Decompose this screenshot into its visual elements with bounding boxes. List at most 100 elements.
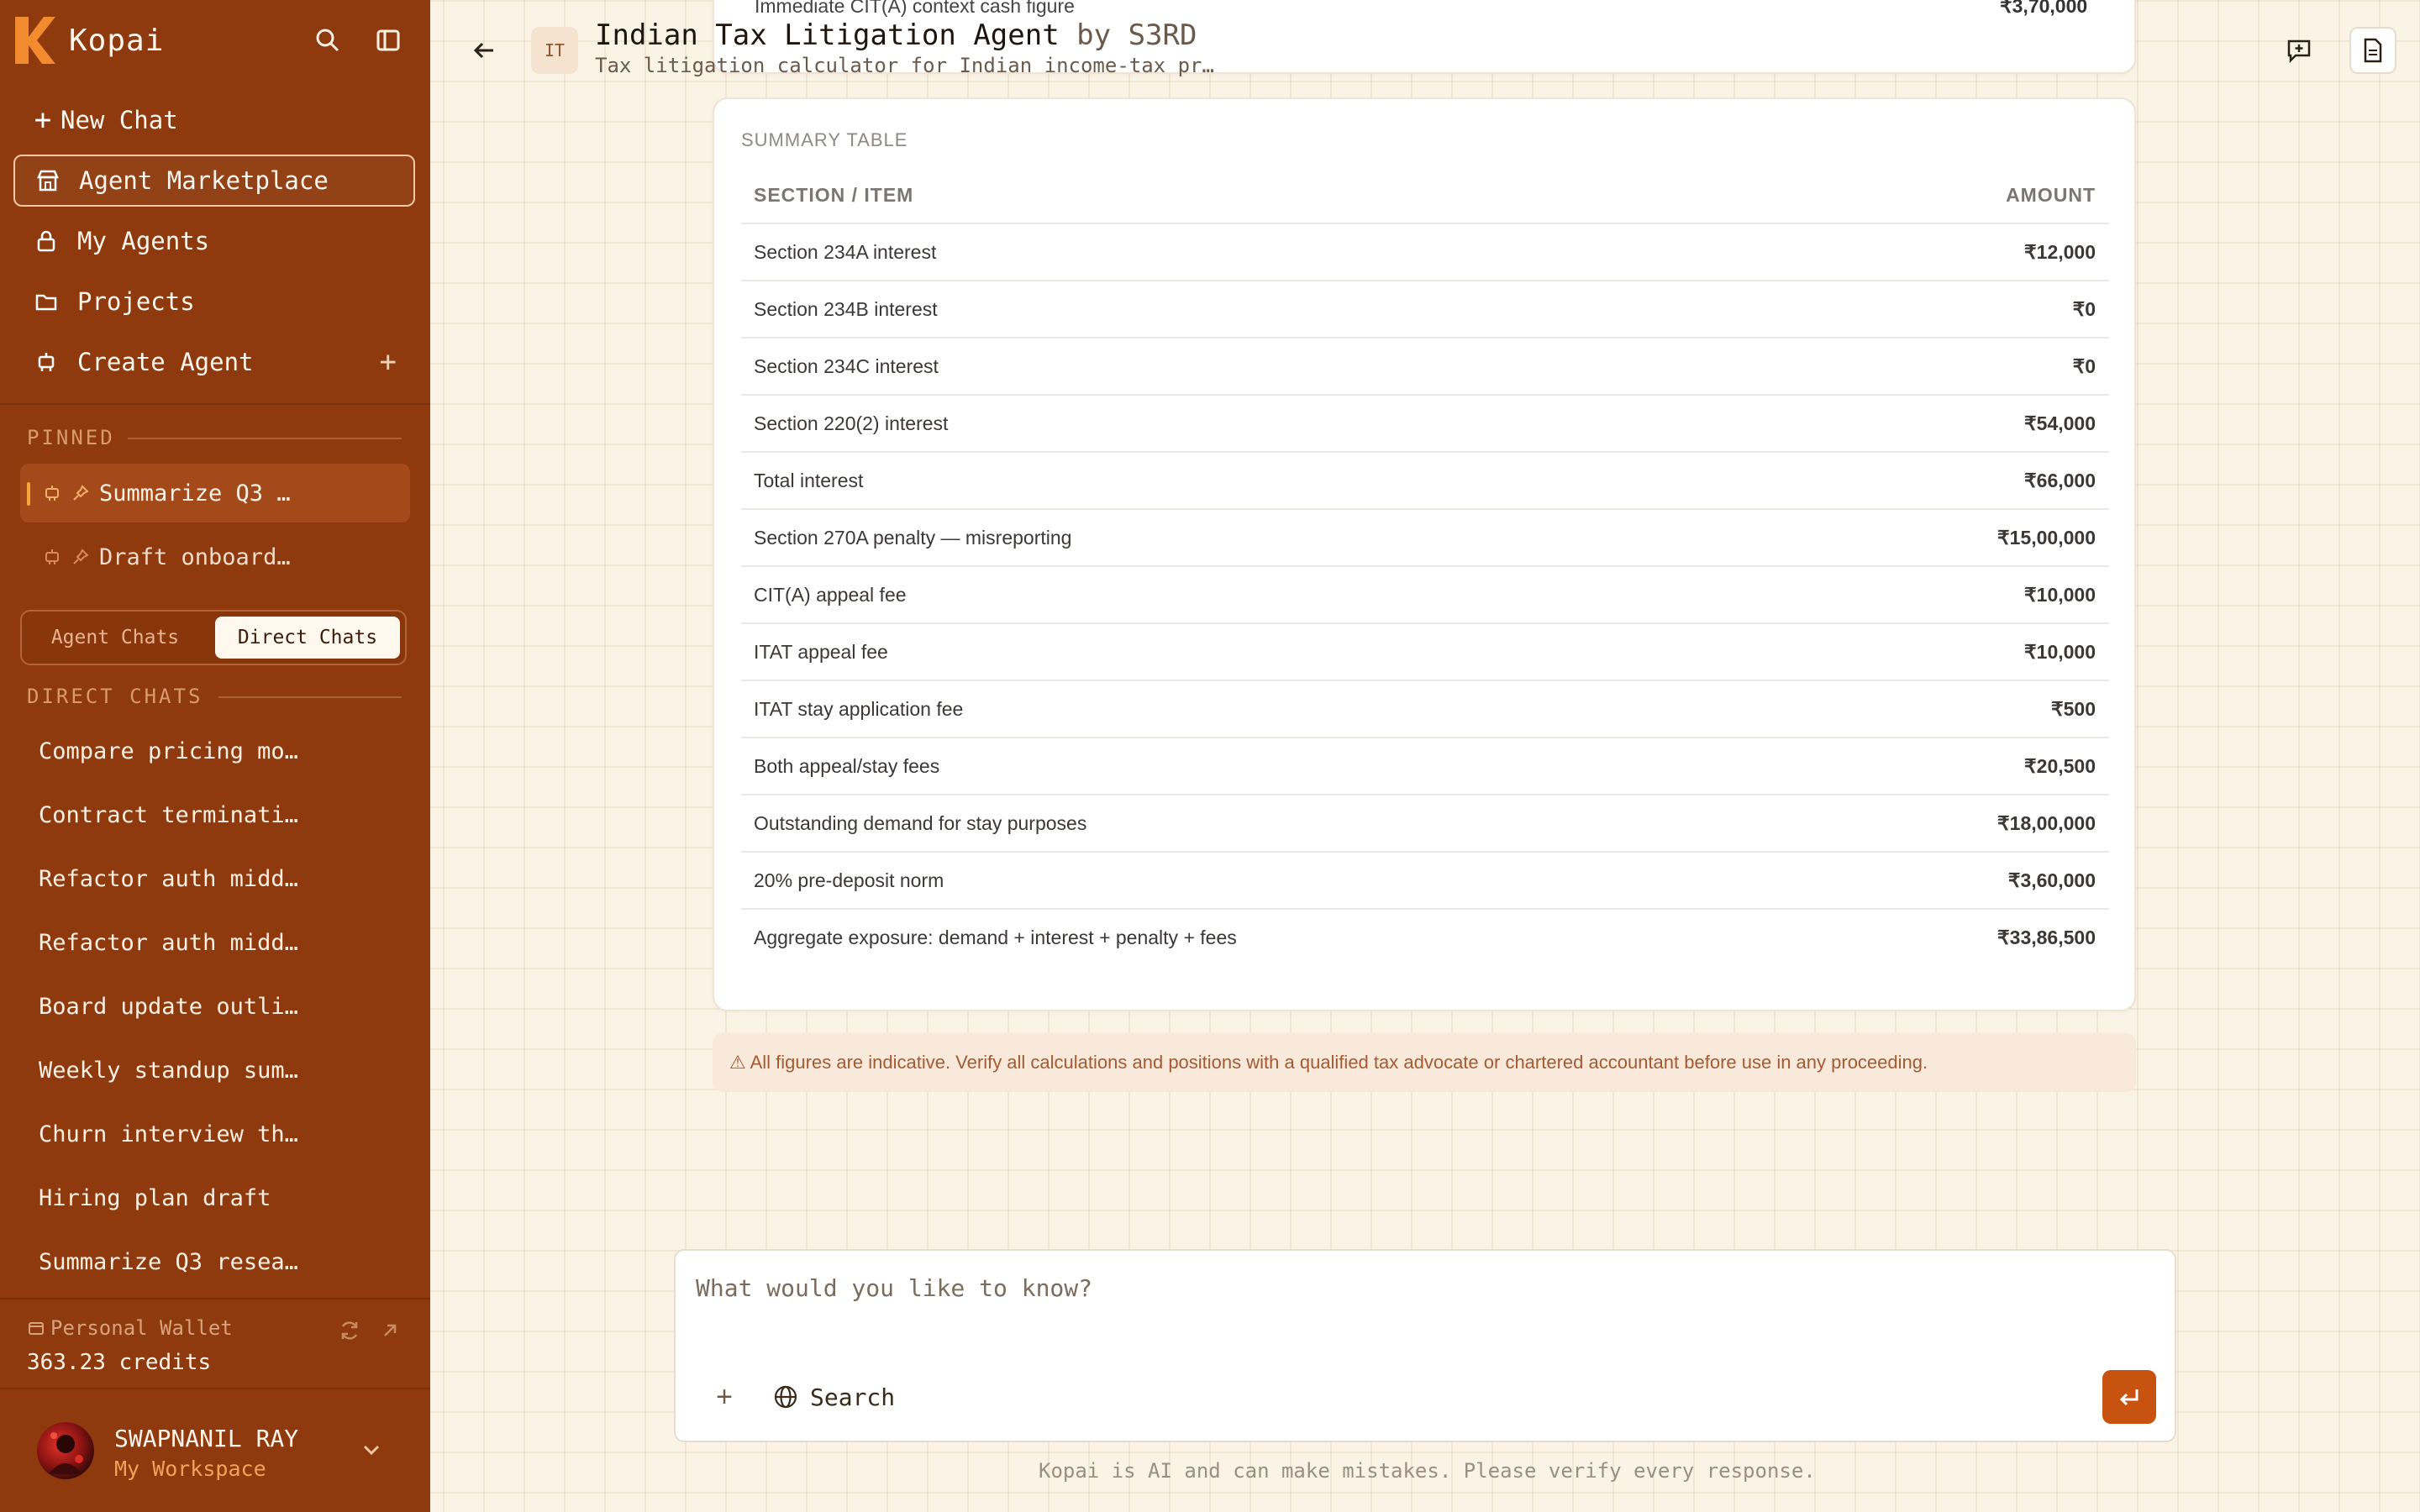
agent-subtitle: Tax litigation calculator for Indian inc… xyxy=(595,54,1214,77)
search-toggle-label: Search xyxy=(810,1383,896,1411)
column-header-item: SECTION / ITEM xyxy=(754,184,914,206)
row-amount: ₹20,500 xyxy=(2024,755,2096,777)
row-label: Section 234B interest xyxy=(754,298,938,320)
app-name: Kopai xyxy=(69,23,165,58)
row-amount: ₹500 xyxy=(2050,698,2096,720)
row-label: Section 220(2) interest xyxy=(754,412,949,434)
agent-chats-tab[interactable]: Agent Chats xyxy=(29,617,202,659)
row-label: Both appeal/stay fees xyxy=(754,755,940,777)
wallet-credits: 363.23 credits xyxy=(27,1350,212,1375)
toggle-sidebar-button[interactable] xyxy=(371,24,405,57)
user-avatar[interactable] xyxy=(37,1422,94,1479)
row-label: Section 234A interest xyxy=(754,241,937,263)
row-label: CIT(A) appeal fee xyxy=(754,584,907,606)
chat-list-item[interactable]: Compare pricing mo… xyxy=(39,738,298,764)
chat-plus-icon xyxy=(2287,39,2311,64)
agent-author[interactable]: by S3RD xyxy=(1076,18,1197,52)
pinned-item[interactable]: Draft onboard… xyxy=(20,528,410,586)
row-label: Aggregate exposure: demand + interest + … xyxy=(754,927,1237,948)
sidebar-panel-icon xyxy=(376,29,400,51)
enter-arrow-icon xyxy=(2119,1389,2139,1406)
row-amount: ₹15,00,000 xyxy=(1997,527,2096,549)
send-button[interactable] xyxy=(2102,1370,2156,1424)
attach-button[interactable]: + xyxy=(706,1378,743,1415)
pinned-section-label: PINNED xyxy=(27,426,115,449)
chat-list-item[interactable]: Refactor auth midd… xyxy=(39,866,298,892)
row-amount: ₹10,000 xyxy=(2024,641,2096,663)
plus-icon: + xyxy=(716,1380,733,1413)
chat-composer: + Search xyxy=(674,1249,2176,1442)
partial-row-label: Immediate CIT(A) context cash figure xyxy=(755,0,1075,17)
back-button[interactable] xyxy=(467,34,501,67)
row-label: Section 234C interest xyxy=(754,355,939,377)
avatar-image xyxy=(49,1432,83,1474)
refresh-icon xyxy=(341,1321,358,1340)
search-icon xyxy=(316,29,339,52)
nav-agent-marketplace[interactable]: Agent Marketplace xyxy=(13,155,415,207)
nav-label: Agent Marketplace xyxy=(79,166,329,195)
document-icon xyxy=(2364,38,2382,63)
row-amount: ₹66,000 xyxy=(2024,470,2096,491)
search-button[interactable] xyxy=(311,24,345,57)
table-row: Section 234B interest ₹0 xyxy=(741,280,2109,337)
open-wallet-button[interactable] xyxy=(380,1320,400,1344)
folder-icon xyxy=(32,287,60,316)
sidebar: Kopai + New Chat Agent Marketplace My Ag… xyxy=(0,0,430,1512)
row-amount: ₹10,000 xyxy=(2024,584,2096,606)
chevron-down-icon xyxy=(363,1445,380,1456)
chat-list-item[interactable]: Hiring plan draft xyxy=(39,1185,271,1211)
chat-list-item[interactable]: Summarize Q3 resea… xyxy=(39,1249,298,1275)
direct-chats-section-label: DIRECT CHATS xyxy=(27,685,203,708)
chat-list-item[interactable]: Refactor auth midd… xyxy=(39,930,298,956)
new-chat-button[interactable]: + New Chat xyxy=(13,94,415,146)
search-toggle-button[interactable]: Search xyxy=(773,1378,895,1415)
chat-list-item[interactable]: Board update outli… xyxy=(39,994,298,1020)
chat-list-item[interactable]: Contract terminati… xyxy=(39,802,298,828)
nav-label: New Chat xyxy=(60,106,178,134)
direct-chats-tab[interactable]: Direct Chats xyxy=(215,617,400,659)
table-row: Aggregate exposure: demand + interest + … xyxy=(741,908,2109,965)
globe-icon xyxy=(774,1385,797,1409)
ai-disclaimer-footnote: Kopai is AI and can make mistakes. Pleas… xyxy=(1039,1459,1816,1483)
row-amount: ₹12,000 xyxy=(2024,241,2096,263)
table-row: Section 234A interest ₹12,000 xyxy=(741,223,2109,280)
nav-create-agent[interactable]: Create Agent + xyxy=(13,336,415,388)
user-name: SWAPNANIL RAY xyxy=(114,1425,299,1452)
plus-icon: + xyxy=(34,103,52,137)
row-label: Total interest xyxy=(754,470,864,491)
pinned-item-label: Draft onboard… xyxy=(99,543,291,570)
agent-title-text: Indian Tax Litigation Agent xyxy=(595,18,1060,52)
table-row: ITAT stay application fee ₹500 xyxy=(741,680,2109,737)
table-row: CIT(A) appeal fee ₹10,000 xyxy=(741,565,2109,622)
chat-list-item[interactable]: Weekly standup sum… xyxy=(39,1058,298,1084)
row-amount: ₹54,000 xyxy=(2024,412,2096,434)
wallet-label-text: Personal Wallet xyxy=(50,1316,233,1340)
message-input[interactable] xyxy=(696,1271,2124,1305)
sidebar-divider xyxy=(0,1388,430,1389)
nav-projects[interactable]: Projects xyxy=(13,276,415,328)
external-link-icon xyxy=(384,1324,397,1336)
new-chat-icon-button[interactable] xyxy=(2275,27,2323,74)
pinned-item-label: Summarize Q3 … xyxy=(99,480,291,507)
nav-my-agents[interactable]: My Agents xyxy=(13,215,415,267)
user-menu-button[interactable] xyxy=(360,1441,383,1462)
table-row: 20% pre-deposit norm ₹3,60,000 xyxy=(741,851,2109,908)
document-button[interactable] xyxy=(2349,27,2396,74)
agent-badge: IT xyxy=(531,27,578,74)
kopai-logo-icon xyxy=(15,17,55,64)
sidebar-divider xyxy=(0,403,430,405)
row-amount: ₹0 xyxy=(2072,298,2096,320)
pinned-item[interactable]: Summarize Q3 … xyxy=(20,464,410,522)
row-label: 20% pre-deposit norm xyxy=(754,869,944,891)
row-amount: ₹3,60,000 xyxy=(2007,869,2096,891)
row-amount: ₹0 xyxy=(2072,355,2096,377)
table-row: Section 234C interest ₹0 xyxy=(741,337,2109,394)
wallet-icon xyxy=(29,1322,44,1335)
app-logo[interactable]: Kopai xyxy=(12,15,164,66)
partial-row-value: ₹3,70,000 xyxy=(2000,0,2088,17)
refresh-wallet-button[interactable] xyxy=(338,1319,361,1346)
add-agent-plus-icon[interactable]: + xyxy=(380,345,397,379)
chat-list-item[interactable]: Churn interview th… xyxy=(39,1121,298,1147)
row-amount: ₹18,00,000 xyxy=(1997,812,2096,834)
robot-icon xyxy=(32,348,60,376)
